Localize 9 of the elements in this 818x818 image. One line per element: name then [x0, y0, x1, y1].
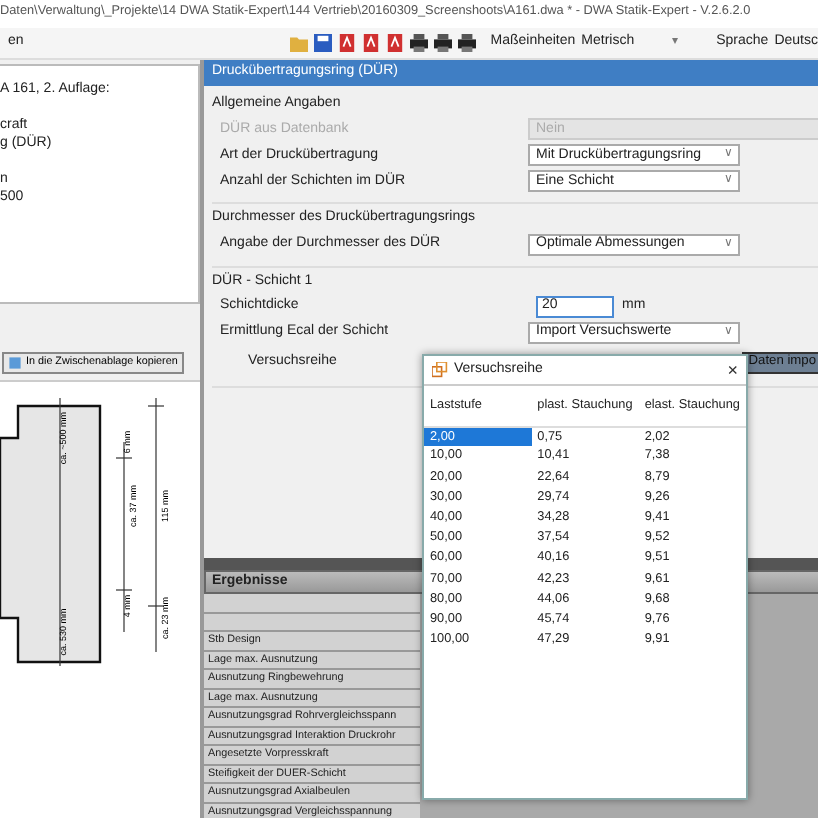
document-icon[interactable] [338, 34, 357, 52]
printer-icon[interactable] [458, 34, 477, 52]
document-icon[interactable] [362, 34, 381, 52]
close-button[interactable]: × [727, 359, 738, 381]
window-icon [432, 362, 448, 378]
printer-icon[interactable] [410, 34, 429, 52]
save-icon[interactable] [314, 34, 333, 52]
printer-icon[interactable] [434, 34, 453, 52]
document-icon[interactable] [386, 34, 405, 52]
